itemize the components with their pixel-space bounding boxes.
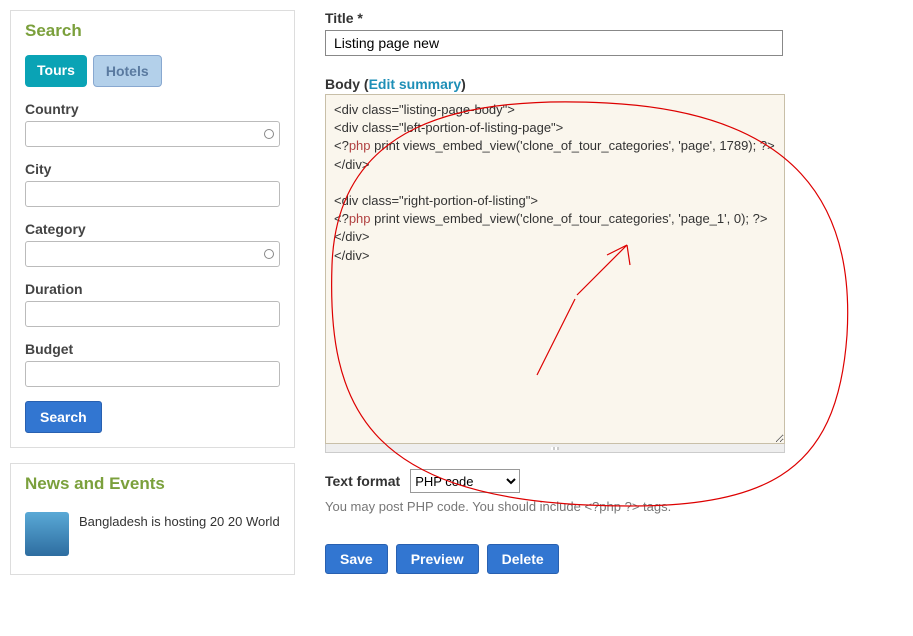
body-label: Body (Edit summary) [325, 76, 913, 92]
duration-input[interactable] [25, 301, 280, 327]
category-input[interactable] [25, 241, 280, 267]
news-item[interactable]: Bangladesh is hosting 20 20 World [25, 508, 280, 560]
text-format-select[interactable]: PHP code [410, 469, 520, 493]
news-panel: News and Events Bangladesh is hosting 20… [10, 463, 295, 575]
news-thumb-image [25, 512, 69, 556]
budget-label: Budget [25, 341, 280, 357]
country-input[interactable] [25, 121, 280, 147]
delete-button[interactable]: Delete [487, 544, 559, 574]
tab-tours[interactable]: Tours [25, 55, 87, 87]
preview-button[interactable]: Preview [396, 544, 479, 574]
city-label: City [25, 161, 280, 177]
news-item-text: Bangladesh is hosting 20 20 World [79, 512, 280, 529]
edit-summary-link[interactable]: Edit summary [369, 76, 462, 92]
category-label: Category [25, 221, 280, 237]
news-panel-title: News and Events [11, 464, 294, 502]
text-format-label: Text format [325, 473, 400, 489]
format-hint: You may post PHP code. You should includ… [325, 499, 913, 514]
title-label: Title * [325, 10, 913, 26]
budget-input[interactable] [25, 361, 280, 387]
search-button[interactable]: Search [25, 401, 102, 433]
search-tabs: Tours Hotels [25, 55, 280, 87]
save-button[interactable]: Save [325, 544, 388, 574]
country-label: Country [25, 101, 280, 117]
search-panel: Search Tours Hotels Country City [10, 10, 295, 448]
duration-label: Duration [25, 281, 280, 297]
search-panel-title: Search [11, 11, 294, 49]
resize-grippie-icon[interactable] [325, 444, 785, 453]
tab-hotels[interactable]: Hotels [93, 55, 162, 87]
title-input[interactable] [325, 30, 783, 56]
body-textarea[interactable]: <div class="listing-page-body"> <div cla… [325, 94, 785, 444]
city-input[interactable] [25, 181, 280, 207]
